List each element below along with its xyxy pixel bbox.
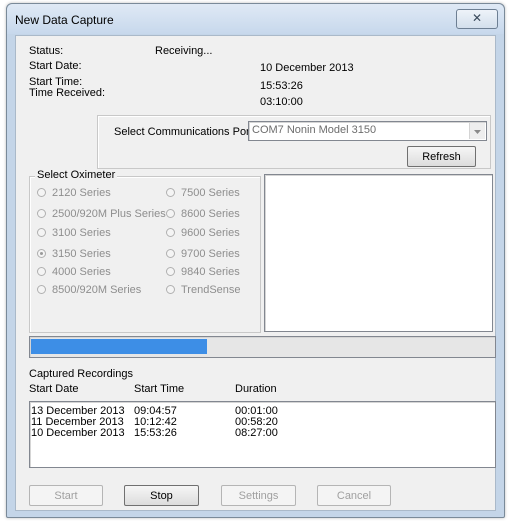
radio-unchecked-icon [166, 228, 175, 237]
header-start-date: Start Date [29, 383, 79, 395]
oximeter-radio-label: 2120 Series [52, 187, 111, 199]
oximeter-radio-l-5[interactable]: 8500/920M Series [37, 284, 141, 296]
capture-progress-bar [29, 336, 496, 358]
port-label: Select Communications Port [114, 126, 253, 138]
oximeter-radio-r-5[interactable]: TrendSense [166, 284, 241, 296]
start-date-value: 10 December 2013 [260, 62, 354, 74]
progress-fill [31, 339, 207, 354]
oximeter-radio-r-1[interactable]: 8600 Series [166, 208, 240, 220]
start-time-value: 15:53:26 [260, 80, 303, 92]
time-received-label: Time Received: [29, 87, 106, 99]
recording-date-cell: 10 December 2013 [31, 427, 125, 439]
start-date-label: Start Date: [29, 60, 82, 72]
close-icon: ✕ [471, 11, 483, 25]
radio-unchecked-icon [37, 285, 46, 294]
oximeter-group-label: Select Oximeter [35, 169, 118, 181]
radio-unchecked-icon [37, 209, 46, 218]
title-bar[interactable]: New Data Capture ✕ [7, 4, 504, 34]
oximeter-radio-l-3[interactable]: 3150 Series [37, 248, 111, 260]
dialog-body: Status: Receiving... Start Date: 10 Dece… [15, 35, 496, 511]
oximeter-radio-label: 9600 Series [181, 227, 240, 239]
window-title: New Data Capture [15, 13, 114, 27]
oximeter-radio-label: 8600 Series [181, 208, 240, 220]
radio-unchecked-icon [37, 188, 46, 197]
port-select[interactable]: COM7 Nonin Model 3150 [248, 121, 487, 141]
header-start-time: Start Time [134, 383, 185, 395]
oximeter-radio-l-1[interactable]: 2500/920M Plus Series [37, 208, 166, 220]
oximeter-radio-l-0[interactable]: 2120 Series [37, 187, 111, 199]
chevron-down-icon[interactable] [469, 123, 485, 139]
oximeter-radio-label: TrendSense [181, 284, 241, 296]
status-label: Status: [29, 45, 64, 57]
oximeter-radio-label: 8500/920M Series [52, 284, 142, 296]
oximeter-radio-label: 2500/920M Plus Series [52, 208, 166, 220]
oximeter-radio-l-4[interactable]: 4000 Series [37, 266, 111, 278]
refresh-button[interactable]: Refresh [407, 146, 476, 167]
radio-unchecked-icon [166, 188, 175, 197]
oximeter-radio-l-2[interactable]: 3100 Series [37, 227, 111, 239]
cancel-button[interactable]: Cancel [317, 485, 391, 506]
oximeter-radio-label: 9700 Series [181, 248, 240, 260]
recordings-list[interactable]: 13 December 2013 09:04:57 00:01:00 11 Decem… [29, 401, 496, 468]
recordings-title: Captured Recordings [29, 368, 133, 380]
oximeter-radio-label: 4000 Series [52, 266, 111, 278]
radio-checked-icon [37, 249, 46, 258]
port-select-value: COM7 Nonin Model 3150 [252, 124, 377, 136]
radio-unchecked-icon [166, 249, 175, 258]
oximeter-radio-r-0[interactable]: 7500 Series [166, 187, 240, 199]
radio-unchecked-icon [37, 267, 46, 276]
oximeter-radio-r-2[interactable]: 9600 Series [166, 227, 240, 239]
status-value: Receiving... [155, 45, 213, 57]
time-received-value: 03:10:00 [260, 96, 303, 108]
info-panel [264, 174, 493, 332]
radio-unchecked-icon [166, 267, 175, 276]
start-button[interactable]: Start [29, 485, 103, 506]
oximeter-radio-r-4[interactable]: 9840 Series [166, 266, 240, 278]
oximeter-radio-r-3[interactable]: 9700 Series [166, 248, 240, 260]
radio-unchecked-icon [37, 228, 46, 237]
dialog-window: New Data Capture ✕ Status: Receiving... … [6, 3, 505, 518]
close-button[interactable]: ✕ [456, 9, 498, 29]
radio-unchecked-icon [166, 285, 175, 294]
oximeter-radio-label: 9840 Series [181, 266, 240, 278]
recording-duration-cell: 08:27:00 [235, 427, 278, 439]
settings-button[interactable]: Settings [221, 485, 296, 506]
oximeter-radio-label: 7500 Series [181, 187, 240, 199]
radio-unchecked-icon [166, 209, 175, 218]
stop-button[interactable]: Stop [124, 485, 199, 506]
oximeter-radio-label: 3150 Series [52, 248, 111, 260]
recording-time-cell: 15:53:26 [134, 427, 177, 439]
oximeter-radio-label: 3100 Series [52, 227, 111, 239]
header-duration: Duration [235, 383, 277, 395]
